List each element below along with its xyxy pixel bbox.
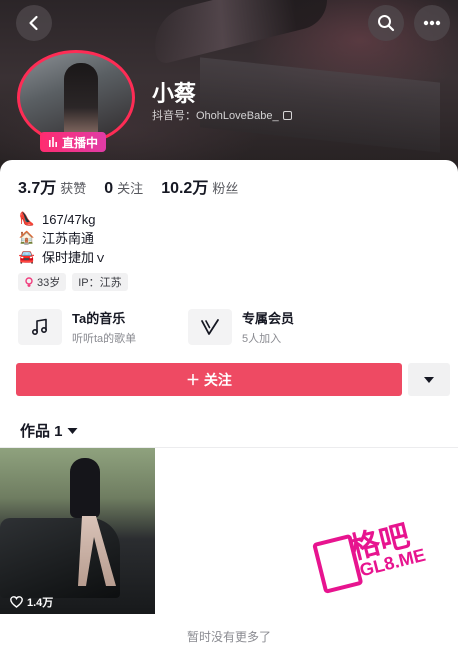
more-button[interactable] [414, 5, 450, 41]
live-bars-icon [49, 137, 57, 147]
back-button[interactable] [16, 5, 52, 41]
member-icon-box [188, 309, 232, 345]
tab-works-label: 作品 1 [20, 423, 63, 440]
member-entry-text: 专属会员 5人加入 [242, 308, 294, 346]
triangle-down-icon [67, 427, 78, 434]
car-icon: 🚘 [18, 250, 36, 265]
video-thumbnail[interactable]: 1.4万 [0, 448, 155, 614]
stat-followers-label: 粉丝 [212, 181, 239, 196]
music-entry-text: Ta的音乐 听听ta的歌单 [72, 308, 136, 346]
female-gender-icon [25, 277, 33, 287]
ip-tag-text: IP：江苏 [78, 277, 122, 289]
bio-line-text: 167/47kg [42, 212, 96, 227]
follow-button[interactable]: ＋ 关注 [16, 363, 402, 396]
douyin-id-text: 抖音号：OhohLoveBabe_ [152, 110, 279, 122]
stat-following[interactable]: 0 关注 [104, 178, 143, 198]
ip-tag: IP：江苏 [72, 273, 128, 291]
avatar-container[interactable]: 直播中 [14, 50, 138, 152]
stat-likes[interactable]: 3.7万 获赞 [18, 174, 86, 198]
member-subtitle: 5人加入 [242, 333, 282, 345]
back-arrow-icon [29, 15, 38, 31]
stat-followers-value: 10.2万 [161, 180, 209, 197]
search-icon [378, 15, 395, 32]
stat-followers[interactable]: 10.2万 粉丝 [161, 174, 238, 198]
member-entry[interactable]: 专属会员 5人加入 [188, 308, 294, 346]
search-button[interactable] [368, 5, 404, 41]
live-badge[interactable]: 直播中 [40, 132, 107, 152]
video-like-count: 1.4万 [10, 594, 53, 610]
copy-icon[interactable] [282, 110, 292, 120]
member-title: 专属会员 [242, 311, 295, 326]
avatar[interactable] [17, 50, 135, 145]
stat-following-label: 关注 [117, 181, 144, 196]
thumbnail-person-shape [70, 458, 100, 518]
follow-dropdown-button[interactable] [408, 363, 450, 396]
music-icon-box [18, 309, 62, 345]
stat-following-value: 0 [104, 180, 114, 197]
stat-likes-value: 3.7万 [18, 180, 57, 197]
high-heel-icon: 👠 [18, 212, 36, 227]
profile-bio: 👠 167/47kg 🏠 江苏南通 🚘 保时捷加ｖ [18, 210, 107, 267]
more-dots-icon [423, 20, 441, 26]
no-more-text: 暂时没有更多了 [186, 630, 271, 644]
music-note-icon [31, 318, 48, 336]
profile-banner: 直播中 小蔡 抖音号：OhohLoveBabe_ [0, 0, 458, 172]
profile-tags: 33岁 IP：江苏 [18, 273, 128, 291]
stat-likes-label: 获赞 [60, 181, 87, 196]
house-icon: 🏠 [18, 231, 36, 246]
age-tag: 33岁 [18, 273, 67, 291]
music-entry[interactable]: Ta的音乐 听听ta的歌单 [18, 308, 136, 346]
member-v-icon [201, 319, 219, 335]
live-badge-label: 直播中 [62, 135, 99, 150]
avatar-photo [64, 63, 98, 137]
bio-line-text: 保时捷加ｖ [42, 250, 108, 265]
music-subtitle: 听听ta的歌单 [72, 333, 137, 345]
heart-outline-icon [10, 596, 23, 608]
stats-row: 3.7万 获赞 0 关注 10.2万 粉丝 [18, 174, 238, 198]
music-title: Ta的音乐 [72, 311, 126, 326]
banner-heel-image [146, 0, 334, 66]
douyin-id[interactable]: 抖音号：OhohLoveBabe_ [152, 107, 292, 123]
age-tag-text: 33岁 [37, 277, 61, 289]
tab-works[interactable]: 作品 1 [20, 420, 78, 441]
bio-line-text: 江苏南通 [42, 231, 95, 246]
profile-nickname: 小蔡 [152, 81, 197, 106]
banner-background-image [200, 57, 440, 153]
bio-line: 👠 167/47kg [18, 210, 107, 229]
bio-line: 🚘 保时捷加ｖ [18, 248, 107, 267]
video-like-count-text: 1.4万 [27, 597, 54, 609]
bio-line: 🏠 江苏南通 [18, 229, 107, 248]
triangle-down-icon [424, 376, 434, 383]
